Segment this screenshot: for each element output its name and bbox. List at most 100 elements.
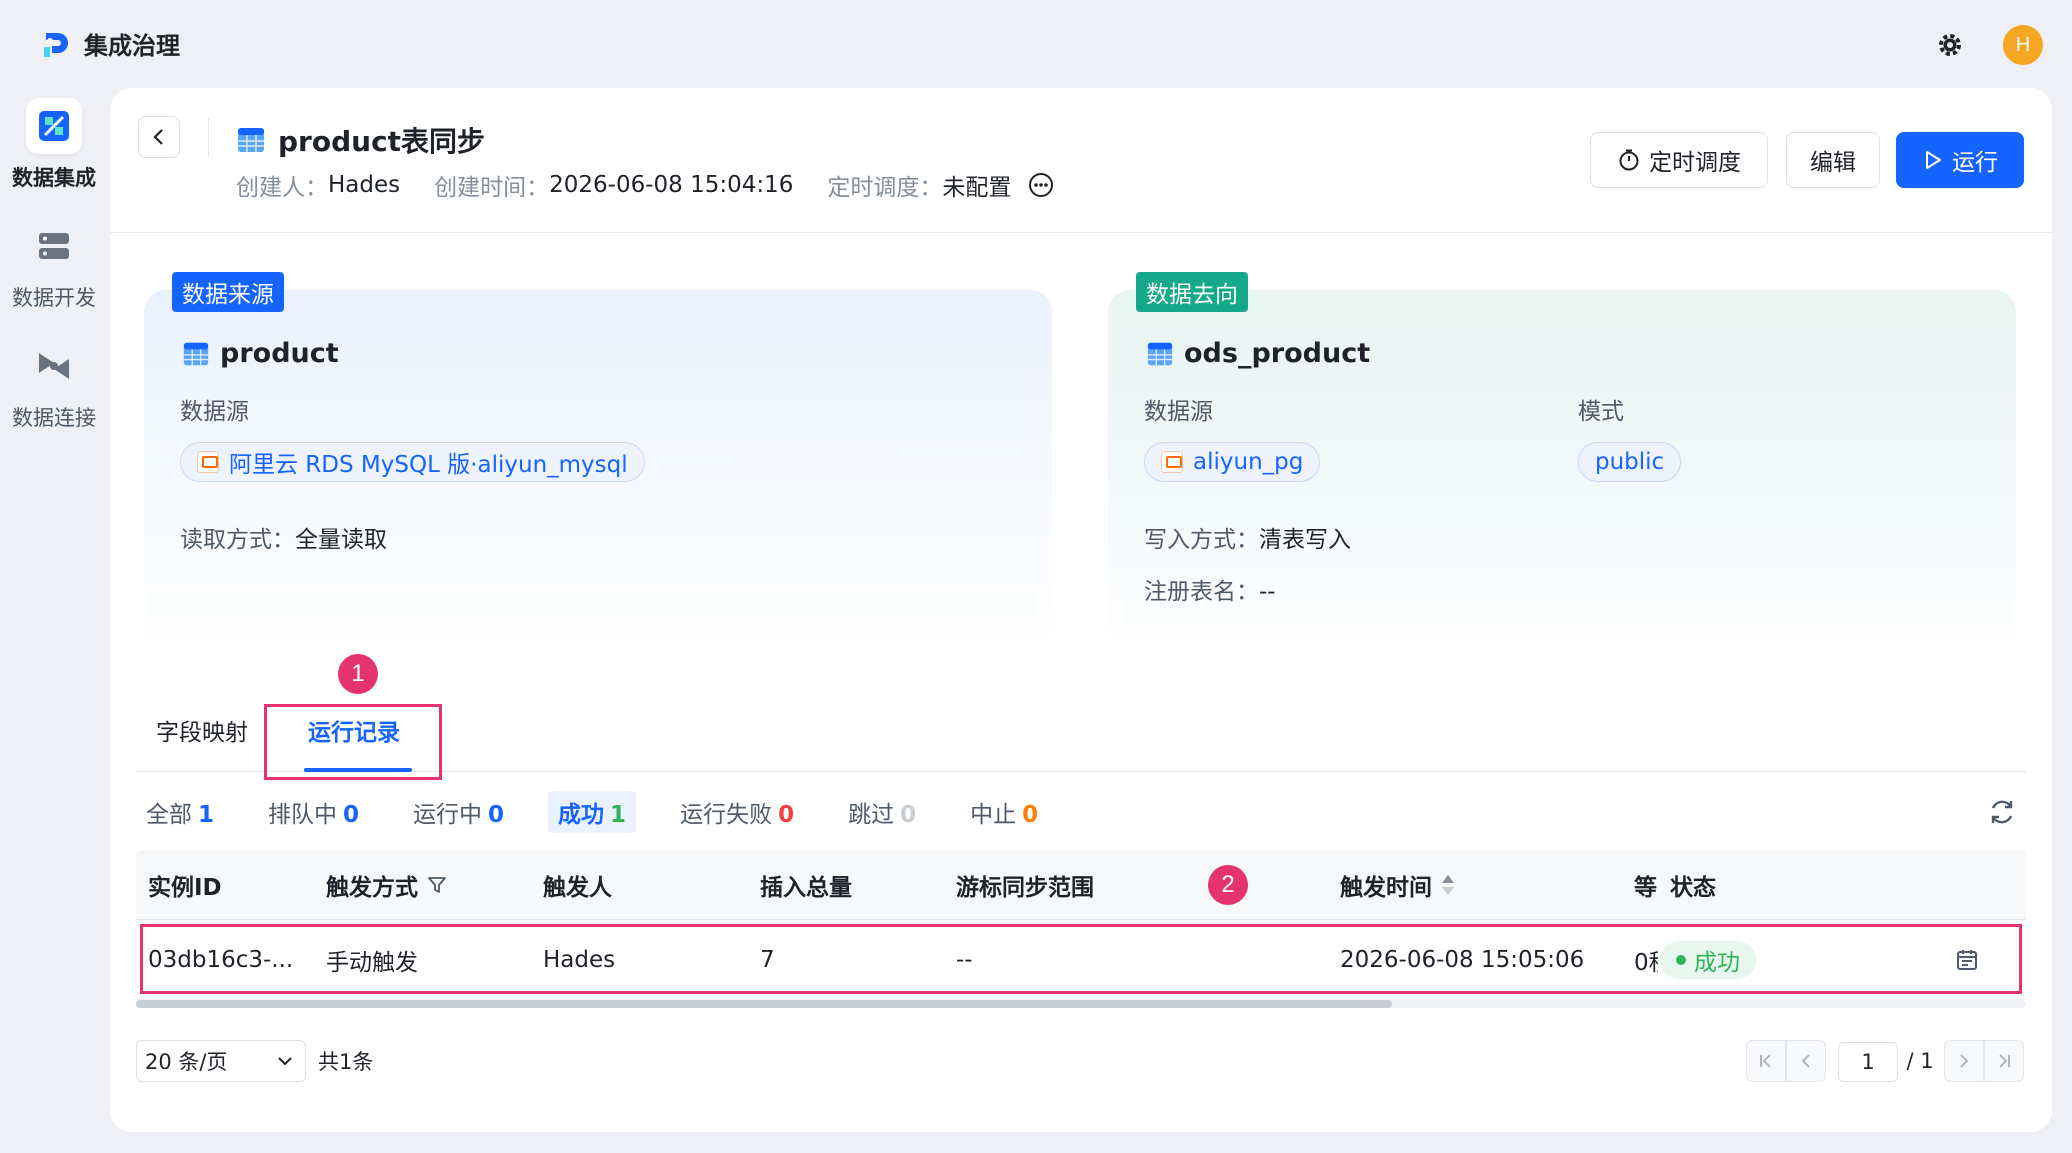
- timer-icon: [1619, 149, 1639, 171]
- target-datasource-value: aliyun_pg: [1193, 449, 1304, 475]
- schedule-button-label: 定时调度: [1649, 150, 1741, 176]
- column-header-cursor-range: 游标同步范围: [956, 875, 1094, 901]
- page-size-select[interactable]: 20 条/页: [136, 1040, 306, 1082]
- filter-label: 跳过: [848, 802, 895, 828]
- app-logo[interactable]: 集成治理: [40, 26, 180, 61]
- registered-name-value: --: [1259, 579, 1276, 605]
- task-header: product表同步 创建人： Hades 创建时间： 2026-06-08 1…: [110, 88, 2052, 233]
- target-schema-label: 模式: [1578, 399, 1624, 425]
- annotation-badge-2: 2: [1208, 865, 1248, 905]
- schedule-button[interactable]: 定时调度: [1590, 132, 1768, 188]
- task-title-wrap: product表同步: [236, 120, 485, 160]
- filter-label: 全部: [146, 802, 192, 828]
- chevron-down-icon: [278, 1057, 292, 1066]
- filter-count: 1: [610, 802, 627, 828]
- filter-count: 0: [778, 802, 795, 828]
- scrollbar-thumb[interactable]: [136, 1000, 1392, 1008]
- target-registered-name: 注册表名：--: [1144, 572, 1276, 606]
- target-tag: 数据去向: [1136, 272, 1248, 312]
- column-header-trigger-time[interactable]: 触发时间: [1340, 850, 1456, 920]
- last-page-button[interactable]: [1984, 1040, 2024, 1082]
- column-header-status: 状态: [1670, 875, 1716, 901]
- filter-count: 0: [343, 802, 360, 828]
- filter-success[interactable]: 成功 1: [548, 791, 637, 833]
- status-filters: 全部 1 排队中 0 运行中 0 成功 1 运行失败 0 跳过 0 中止 0: [136, 790, 1082, 834]
- horizontal-scrollbar[interactable]: [136, 1000, 2026, 1008]
- created-time-value: 2026-06-08 15:04:16: [549, 172, 794, 198]
- target-schema-value: public: [1595, 449, 1665, 475]
- column-header-label: 触发方式: [326, 875, 418, 901]
- mysql-logo-icon: [197, 451, 219, 473]
- filter-failed[interactable]: 运行失败 0: [670, 791, 804, 833]
- page-title: product表同步: [278, 125, 486, 158]
- source-table-label: product: [220, 338, 339, 369]
- source-table-name: product: [182, 338, 339, 369]
- schedule-value: 未配置: [942, 175, 1012, 201]
- column-header-trigger-mode[interactable]: 触发方式: [326, 850, 448, 920]
- filter-running[interactable]: 运行中 0: [403, 791, 514, 833]
- run-button[interactable]: 运行: [1896, 132, 2024, 188]
- chevron-right-icon: [1960, 1054, 1969, 1068]
- column-header-insert-total: 插入总量: [760, 875, 852, 901]
- refresh-icon[interactable]: [1986, 796, 2018, 828]
- next-page-button[interactable]: [1944, 1040, 1984, 1082]
- data-development-icon: [26, 218, 82, 274]
- data-connection-icon: [26, 338, 82, 394]
- page-number-input[interactable]: 1: [1838, 1042, 1898, 1082]
- filter-icon[interactable]: [426, 874, 448, 896]
- column-header-instance-id: 实例ID: [148, 875, 222, 901]
- table-header: 实例ID 触发方式 触发人 插入总量 游标同步范围 触发时间 等 状态: [136, 850, 2026, 920]
- filter-label: 成功: [558, 802, 605, 828]
- filter-count: 1: [198, 802, 215, 828]
- read-mode-label: 读取方式：: [180, 527, 295, 553]
- more-icon[interactable]: [1027, 171, 1055, 199]
- target-datasource-label: 数据源: [1144, 399, 1213, 425]
- column-header-trigger-user: 触发人: [543, 875, 612, 901]
- column-header-label: 触发时间: [1340, 875, 1432, 901]
- target-schema-pill[interactable]: public: [1578, 442, 1682, 482]
- page-total: / 1: [1906, 1049, 1934, 1073]
- app-name: 集成治理: [84, 32, 180, 60]
- write-mode-value: 清表写入: [1259, 527, 1351, 553]
- first-page-button[interactable]: [1746, 1040, 1786, 1082]
- schedule-label: 定时调度：: [827, 175, 943, 201]
- prev-page-button[interactable]: [1786, 1040, 1826, 1082]
- first-page-icon: [1760, 1054, 1771, 1068]
- sidebar-item-data-integration[interactable]: 数据集成: [0, 98, 108, 192]
- target-datasource-pill[interactable]: aliyun_pg: [1144, 442, 1321, 482]
- table-icon: [183, 342, 209, 365]
- edit-button-label: 编辑: [1810, 150, 1856, 176]
- source-datasource-value: 阿里云 RDS MySQL 版·aliyun_mysql: [229, 452, 628, 478]
- filter-aborted[interactable]: 中止 0: [960, 791, 1048, 833]
- source-read-mode: 读取方式：全量读取: [180, 520, 387, 554]
- sidebar-item-data-connection[interactable]: 数据连接: [0, 338, 108, 432]
- tab-field-mapping[interactable]: 字段映射: [156, 688, 248, 772]
- sort-icon[interactable]: [1440, 872, 1456, 898]
- annotation-badge-1: 1: [338, 654, 378, 694]
- filter-label: 中止: [970, 802, 1017, 828]
- avatar[interactable]: H: [2003, 25, 2043, 65]
- creator-label: 创建人：: [236, 175, 328, 201]
- back-button[interactable]: [138, 116, 180, 158]
- column-header-wait: 等: [1634, 875, 1657, 901]
- write-mode-label: 写入方式：: [1144, 527, 1259, 553]
- target-table-label: ods_product: [1184, 338, 1371, 369]
- table-icon: [1147, 342, 1173, 365]
- edit-button[interactable]: 编辑: [1786, 132, 1880, 188]
- filter-skipped[interactable]: 跳过 0: [838, 791, 926, 833]
- total-count: 共1条: [318, 1050, 374, 1074]
- table-icon: [238, 128, 264, 152]
- gear-icon[interactable]: [1935, 30, 1965, 60]
- filter-all[interactable]: 全部 1: [136, 791, 224, 833]
- chevron-left-icon: [1801, 1054, 1810, 1068]
- data-integration-icon: [26, 98, 82, 154]
- filter-count: 0: [488, 802, 505, 828]
- sidebar-item-label: 数据开发: [12, 286, 96, 310]
- sidebar-item-data-development[interactable]: 数据开发: [0, 218, 108, 312]
- registered-name-label: 注册表名：: [1144, 579, 1259, 605]
- source-datasource-pill[interactable]: 阿里云 RDS MySQL 版·aliyun_mysql: [180, 442, 645, 482]
- highlight-box-tab: [264, 704, 442, 780]
- creator-value: Hades: [328, 172, 401, 198]
- last-page-icon: [1999, 1054, 2010, 1068]
- filter-queued[interactable]: 排队中 0: [258, 791, 369, 833]
